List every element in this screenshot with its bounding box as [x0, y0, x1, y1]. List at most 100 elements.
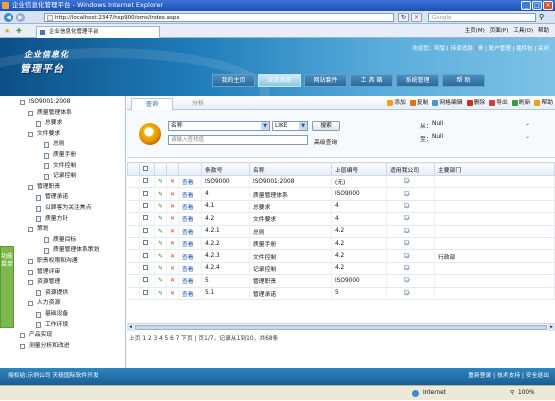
delete-x-icon[interactable]: ✕	[170, 290, 175, 297]
edit-pencil-icon[interactable]: ✎	[158, 277, 163, 284]
row-checkbox[interactable]	[143, 190, 148, 196]
action-button[interactable]: 帮助	[534, 99, 553, 107]
tree-item[interactable]: 文件要求	[28, 130, 60, 139]
tab-query[interactable]: 查询	[131, 98, 173, 110]
delete-cell[interactable]: ✕	[166, 212, 179, 226]
table-row[interactable]: ✎ ✕ 查看 4.2 文件要求 4	[127, 212, 555, 226]
user-links[interactable]: 条 | 账户管理 | 插件包 | 关闭	[478, 46, 549, 52]
edit-cell[interactable]: ✎	[154, 237, 167, 251]
tools-menu[interactable]: 工具(O)	[513, 27, 533, 35]
favorites-star-icon[interactable]: ★	[4, 27, 10, 35]
tree-item[interactable]: 工作环境	[36, 321, 68, 330]
to-select[interactable]: Null ⌄	[432, 133, 530, 143]
edit-pencil-icon[interactable]: ✎	[158, 203, 163, 210]
column-header-dept[interactable]: 主要部门	[434, 162, 555, 176]
footer-links[interactable]: 重新登录 | 技术支持 | 安全退出	[468, 368, 549, 385]
row-checkbox[interactable]	[143, 240, 148, 246]
select-all-checkbox[interactable]	[143, 165, 148, 171]
edit-pencil-icon[interactable]: ✎	[158, 191, 163, 198]
tree-item[interactable]: 质量管理体系	[28, 109, 72, 118]
tab-analysis[interactable]: 分析	[177, 98, 219, 110]
tree-item[interactable]: 资源管理	[28, 278, 60, 287]
search-button[interactable]: 搜索	[312, 121, 340, 131]
delete-x-icon[interactable]: ✕	[170, 215, 175, 222]
table-row[interactable]: ✎ ✕ 查看 4.2.4 记录控制 4.2	[127, 262, 555, 276]
delete-cell[interactable]: ✕	[166, 175, 179, 189]
delete-cell[interactable]: ✕	[166, 249, 179, 263]
expand-box-icon[interactable]	[28, 227, 33, 233]
edit-cell[interactable]: ✎	[154, 187, 167, 201]
view-cell[interactable]: 查看	[178, 249, 202, 263]
tree-item[interactable]: 产品实现	[20, 331, 52, 340]
edit-cell[interactable]: ✎	[154, 274, 167, 288]
row-select-cell[interactable]	[139, 237, 155, 251]
row-checkbox[interactable]	[143, 277, 148, 283]
row-select-cell[interactable]	[139, 200, 155, 214]
nav-help[interactable]: 帮 助	[442, 74, 485, 87]
edit-cell[interactable]: ✎	[154, 225, 167, 238]
row-select-cell[interactable]	[139, 287, 155, 300]
row-select-cell[interactable]	[139, 274, 155, 288]
row-select-cell[interactable]	[139, 225, 155, 238]
view-link[interactable]: 查看	[182, 230, 194, 236]
table-row[interactable]: ✎ ✕ 查看 5 管理职责 ISO9000	[127, 274, 555, 288]
action-button[interactable]: 删除	[466, 99, 485, 107]
home-menu[interactable]: 主页(M)	[465, 27, 485, 35]
row-checkbox[interactable]	[143, 215, 148, 221]
add-favorites-icon[interactable]: ✚	[16, 27, 22, 35]
edit-pencil-icon[interactable]: ✎	[158, 253, 163, 260]
delete-cell[interactable]: ✕	[166, 200, 179, 214]
browser-tab[interactable]: 企业信息化管理平台	[36, 26, 160, 38]
delete-x-icon[interactable]: ✕	[170, 265, 175, 272]
nav-website-suite[interactable]: 网站套件	[304, 74, 347, 87]
tree-item[interactable]: 职责权限和沟通	[28, 257, 78, 266]
tree-item[interactable]: 总则	[44, 140, 65, 149]
row-checkbox[interactable]	[143, 227, 148, 233]
table-row[interactable]: ✎ ✕ 查看 ISO9000 ISO9001:2008 (无)	[127, 175, 555, 189]
tree-item[interactable]: 策划	[28, 225, 49, 234]
nav-toolbox[interactable]: 工 具 箱	[350, 74, 393, 87]
forward-arrow-icon[interactable]: ▶	[16, 13, 25, 22]
row-select-cell[interactable]	[139, 249, 155, 263]
search-value-input[interactable]: 请输入查找值	[168, 135, 308, 145]
back-arrow-icon[interactable]: ◀	[4, 13, 13, 22]
expand-box-icon[interactable]	[28, 269, 33, 275]
edit-pencil-icon[interactable]: ✎	[158, 215, 163, 222]
action-button[interactable]: 网格编辑	[432, 99, 463, 107]
page-menu[interactable]: 页面(P)	[490, 27, 509, 35]
delete-cell[interactable]: ✕	[166, 274, 179, 288]
horizontal-scrollbar[interactable]: ◂ ▸	[127, 323, 555, 331]
tree-item[interactable]: 以顾客为关注焦点	[36, 204, 91, 213]
stop-icon[interactable]: ×	[411, 13, 422, 22]
view-cell[interactable]: 查看	[178, 274, 202, 288]
edit-pencil-icon[interactable]: ✎	[158, 228, 163, 235]
minimize-button[interactable]: _	[521, 1, 531, 10]
table-row[interactable]: ✎ ✕ 查看 4.2.3 文件控制 4.2 行政部	[127, 249, 555, 263]
view-cell[interactable]: 查看	[178, 212, 202, 226]
function-menu-handle[interactable]: 功能菜单	[0, 246, 14, 328]
edit-cell[interactable]: ✎	[154, 200, 167, 214]
view-link[interactable]: 查看	[182, 193, 194, 199]
action-button[interactable]: 复制	[409, 99, 428, 107]
tree-item[interactable]: 记录控制	[44, 172, 76, 181]
expand-box-icon[interactable]	[20, 333, 25, 339]
tree-item[interactable]: 基础设备	[36, 310, 68, 319]
edit-pencil-icon[interactable]: ✎	[158, 265, 163, 272]
edit-pencil-icon[interactable]: ✎	[158, 290, 163, 297]
table-row[interactable]: ✎ ✕ 查看 4.2.2 质量手册 4.2	[127, 237, 555, 251]
expand-box-icon[interactable]	[28, 301, 33, 307]
row-select-cell[interactable]	[139, 212, 155, 226]
edit-pencil-icon[interactable]: ✎	[158, 178, 163, 185]
scroll-thumb[interactable]	[135, 325, 547, 330]
view-cell[interactable]: 查看	[178, 187, 202, 201]
tree-item[interactable]: 管理评审	[28, 268, 60, 277]
view-link[interactable]: 查看	[182, 205, 194, 211]
tree-item[interactable]: 总要求	[36, 119, 62, 128]
url-field[interactable]: http://localhost:2347/hsp900/oms/index.a…	[44, 13, 394, 22]
column-header-clause[interactable]: 条款号	[201, 162, 250, 176]
table-row[interactable]: ✎ ✕ 查看 5.1 管理承诺 5	[127, 287, 555, 300]
expand-box-icon[interactable]	[28, 131, 33, 137]
tree-item[interactable]: 测量分析和改进	[20, 342, 70, 351]
expand-box-icon[interactable]	[20, 100, 25, 105]
edit-cell[interactable]: ✎	[154, 287, 167, 300]
